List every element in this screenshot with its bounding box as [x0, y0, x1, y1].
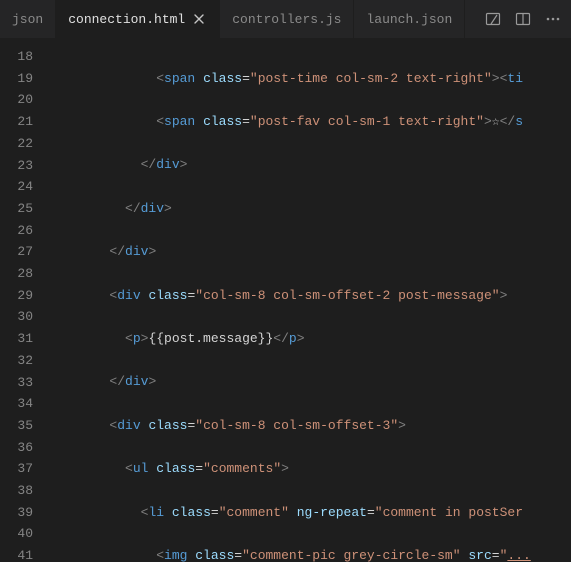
line-number: 32 — [0, 350, 33, 372]
editor-area: 18 19 20 21 22 23 24 25 26 27 28 29 30 3… — [0, 38, 571, 562]
line-number: 36 — [0, 437, 33, 459]
code-content[interactable]: <span class="post-time col-sm-2 text-rig… — [47, 38, 571, 562]
code-line: <div class="col-sm-8 col-sm-offset-3"> — [47, 415, 571, 437]
code-line: <li class="comment" ng-repeat="comment i… — [47, 502, 571, 524]
line-number: 18 — [0, 46, 33, 68]
tab-label: connection.html — [68, 12, 185, 27]
tab-label: launch.json — [366, 12, 452, 27]
tab-json[interactable]: json — [0, 0, 56, 38]
tab-launch-json[interactable]: launch.json — [354, 0, 465, 38]
tab-controllers-js[interactable]: controllers.js — [220, 0, 354, 38]
line-number: 26 — [0, 220, 33, 242]
code-line: <span class="post-time col-sm-2 text-rig… — [47, 68, 571, 90]
line-number: 35 — [0, 415, 33, 437]
line-number: 19 — [0, 68, 33, 90]
line-number: 37 — [0, 458, 33, 480]
code-line: </div> — [47, 241, 571, 263]
editor-tabs: json connection.html controllers.js laun… — [0, 0, 571, 38]
line-number-gutter: 18 19 20 21 22 23 24 25 26 27 28 29 30 3… — [0, 38, 47, 562]
code-line: </div> — [47, 371, 571, 393]
preview-icon[interactable] — [483, 9, 503, 29]
code-line: <img class="comment-pic grey-circle-sm" … — [47, 545, 571, 562]
line-number: 30 — [0, 306, 33, 328]
line-number: 23 — [0, 155, 33, 177]
code-line: <span class="post-fav col-sm-1 text-righ… — [47, 111, 571, 133]
line-number: 20 — [0, 89, 33, 111]
line-number: 24 — [0, 176, 33, 198]
line-number: 39 — [0, 502, 33, 524]
line-number: 21 — [0, 111, 33, 133]
line-number: 33 — [0, 372, 33, 394]
split-editor-icon[interactable] — [513, 9, 533, 29]
more-icon[interactable] — [543, 9, 563, 29]
line-number: 40 — [0, 523, 33, 545]
line-number: 31 — [0, 328, 33, 350]
line-number: 27 — [0, 241, 33, 263]
close-icon[interactable] — [191, 11, 207, 27]
line-number: 22 — [0, 133, 33, 155]
line-number: 38 — [0, 480, 33, 502]
code-line: <p>{{post.message}}</p> — [47, 328, 571, 350]
tab-label: json — [12, 12, 43, 27]
line-number: 28 — [0, 263, 33, 285]
line-number: 34 — [0, 393, 33, 415]
code-line: </div> — [47, 198, 571, 220]
tab-actions — [475, 0, 571, 38]
code-line: <ul class="comments"> — [47, 458, 571, 480]
code-line: </div> — [47, 154, 571, 176]
tab-label: controllers.js — [232, 12, 341, 27]
line-number: 25 — [0, 198, 33, 220]
tab-connection-html[interactable]: connection.html — [56, 0, 220, 38]
line-number: 29 — [0, 285, 33, 307]
code-line: <div class="col-sm-8 col-sm-offset-2 pos… — [47, 285, 571, 307]
line-number: 41 — [0, 545, 33, 562]
